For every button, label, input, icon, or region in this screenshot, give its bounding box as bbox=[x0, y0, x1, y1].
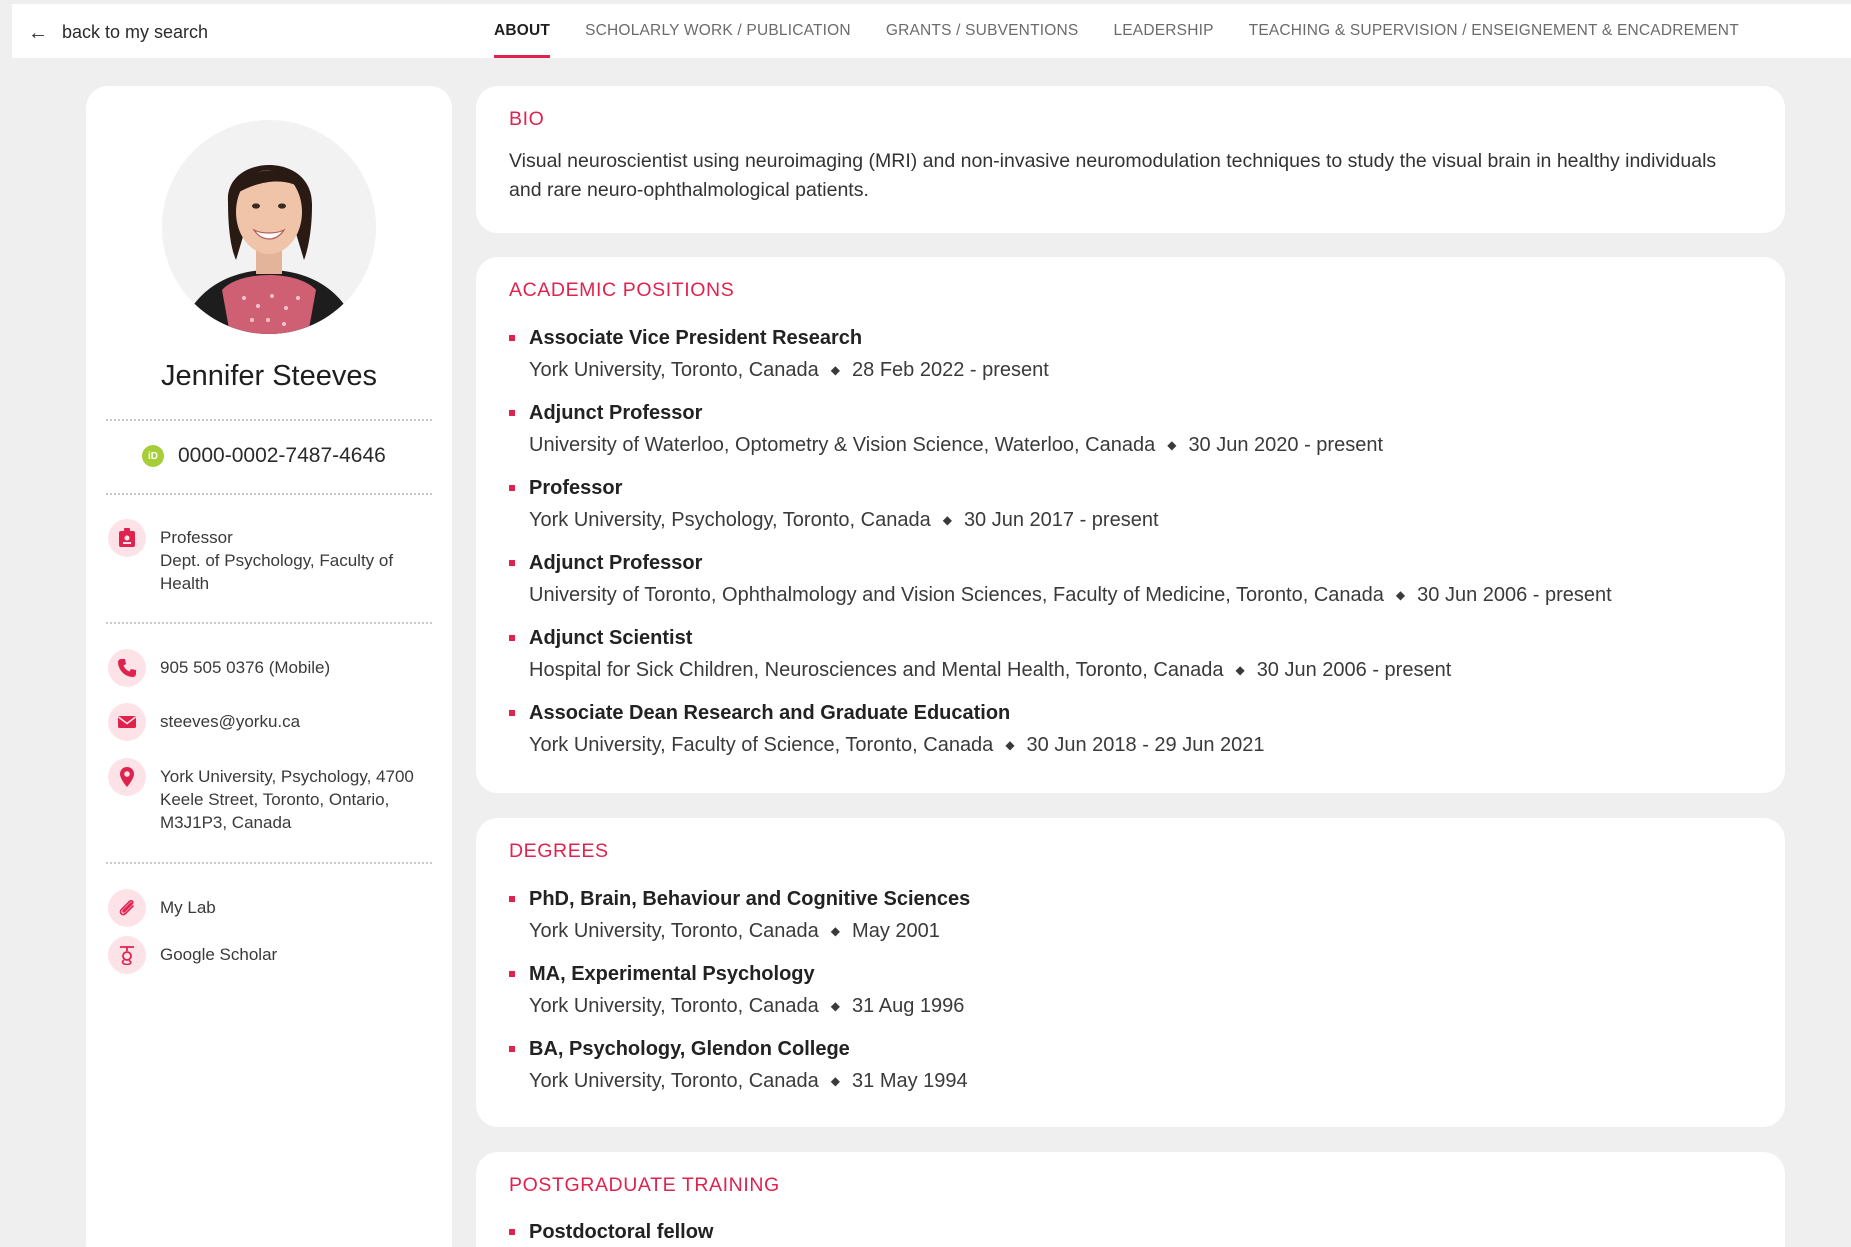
divider bbox=[106, 419, 432, 421]
phone-number: 905 505 0376 (Mobile) bbox=[160, 658, 331, 677]
list-item: Postdoctoral fellow bbox=[509, 1217, 713, 1247]
tab-about[interactable]: About bbox=[494, 4, 551, 58]
position-title: Adjunct Professor bbox=[529, 551, 703, 574]
google-scholar-label: Google Scholar bbox=[160, 945, 278, 964]
tab-scholarly-work[interactable]: Scholarly Work / Publication bbox=[585, 4, 851, 58]
position-title: Associate Vice President Research bbox=[529, 326, 863, 349]
address-info: York University, Psychology, 4700 Keele … bbox=[108, 758, 438, 834]
bio-card: Bio Visual neuroscientist using neuroima… bbox=[476, 86, 1785, 233]
phone-icon bbox=[108, 649, 146, 687]
list-item: Adjunct Scientist Hospital for Sick Chil… bbox=[509, 623, 1451, 687]
bio-text: Visual neuroscientist using neuroimaging… bbox=[509, 150, 1717, 201]
position-title: Associate Dean Research and Graduate Edu… bbox=[529, 701, 1011, 724]
divider bbox=[106, 493, 432, 495]
orcid-icon: iD bbox=[142, 445, 164, 467]
training-title: Postdoctoral fellow bbox=[529, 1220, 714, 1243]
position-dates: 30 Jun 2006 - present bbox=[1256, 658, 1452, 681]
profile-tabs: About Scholarly Work / Publication Grant… bbox=[494, 4, 1774, 58]
position-title: Professor bbox=[529, 476, 623, 499]
degree-date: May 2001 bbox=[852, 919, 940, 942]
degree-date: 31 Aug 1996 bbox=[852, 994, 965, 1017]
tab-teaching[interactable]: Teaching & Supervision / Enseignement & … bbox=[1249, 4, 1739, 58]
position-org: York University, Faculty of Science, Tor… bbox=[529, 733, 994, 756]
position-org: University of Waterloo, Optometry & Visi… bbox=[529, 433, 1156, 456]
position-dates: 30 Jun 2006 - present bbox=[1417, 583, 1612, 606]
list-item: Adjunct Professor University of Toronto,… bbox=[509, 548, 1612, 612]
position-dates: 30 Jun 2020 - present bbox=[1188, 433, 1384, 456]
position-org: York University, Psychology, Toronto, Ca… bbox=[529, 508, 931, 531]
top-nav-bar: ← back to my search About Scholarly Work… bbox=[12, 4, 1851, 58]
degree-org: York University, Toronto, Canada bbox=[529, 994, 819, 1017]
phone-info[interactable]: 905 505 0376 (Mobile) bbox=[108, 649, 438, 687]
position-org: University of Toronto, Ophthalmology and… bbox=[529, 583, 1384, 606]
degree-title: MA, Experimental Psychology bbox=[529, 962, 815, 985]
postgraduate-training-heading: Postgraduate Training bbox=[509, 1174, 780, 1196]
postgraduate-training-card: Postgraduate Training Postdoctoral fello… bbox=[476, 1152, 1785, 1247]
academic-positions-card: Academic Positions Associate Vice Presid… bbox=[476, 257, 1785, 793]
list-item: MA, Experimental Psychology York Univers… bbox=[509, 959, 964, 1023]
google-scholar-icon bbox=[108, 936, 146, 974]
orcid-link[interactable]: iD 0000-0002-7487-4646 bbox=[142, 444, 386, 468]
list-item: Professor York University, Psychology, T… bbox=[509, 473, 1159, 537]
bio-heading: Bio bbox=[509, 108, 545, 130]
back-link-label: back to my search bbox=[62, 22, 209, 42]
arrow-left-icon: ← bbox=[28, 21, 48, 44]
map-pin-icon bbox=[108, 758, 146, 796]
list-item: BA, Psychology, Glendon College York Uni… bbox=[509, 1034, 968, 1098]
id-badge-icon bbox=[108, 519, 146, 557]
back-to-search-link[interactable]: ← back to my search bbox=[28, 22, 208, 43]
postal-address: York University, Psychology, 4700 Keele … bbox=[160, 767, 414, 832]
degree-title: PhD, Brain, Behaviour and Cognitive Scie… bbox=[529, 887, 971, 910]
list-item: Adjunct Professor University of Waterloo… bbox=[509, 398, 1383, 462]
degree-date: 31 May 1994 bbox=[852, 1069, 968, 1092]
list-item: Associate Vice President Research York U… bbox=[509, 323, 1049, 387]
degree-title: BA, Psychology, Glendon College bbox=[529, 1037, 850, 1060]
mail-icon bbox=[108, 703, 146, 741]
tab-grants[interactable]: Grants / Subventions bbox=[886, 4, 1079, 58]
divider bbox=[106, 862, 432, 864]
position-info: Professor Dept. of Psychology, Faculty o… bbox=[108, 519, 438, 595]
position-title: Adjunct Professor bbox=[529, 401, 703, 424]
tab-leadership[interactable]: Leadership bbox=[1113, 4, 1213, 58]
degree-org: York University, Toronto, Canada bbox=[529, 919, 819, 942]
profile-name: Jennifer Steeves bbox=[160, 360, 377, 392]
email-address: steeves@yorku.ca bbox=[160, 712, 301, 731]
degrees-card: Degrees PhD, Brain, Behaviour and Cognit… bbox=[476, 818, 1785, 1127]
position-dates: 30 Jun 2018 - 29 Jun 2021 bbox=[1026, 733, 1265, 756]
position-title: Professor bbox=[160, 528, 233, 547]
list-item: Associate Dean Research and Graduate Edu… bbox=[509, 698, 1265, 762]
google-scholar-link[interactable]: Google Scholar bbox=[108, 936, 438, 974]
orcid-id: 0000-0002-7487-4646 bbox=[178, 444, 386, 467]
position-title: Adjunct Scientist bbox=[529, 626, 693, 649]
avatar bbox=[162, 120, 376, 334]
divider bbox=[106, 622, 432, 624]
academic-positions-heading: Academic Positions bbox=[509, 279, 735, 301]
paperclip-icon bbox=[108, 889, 146, 927]
my-lab-link[interactable]: My Lab bbox=[108, 889, 438, 927]
position-dates: 28 Feb 2022 - present bbox=[852, 358, 1049, 381]
degree-org: York University, Toronto, Canada bbox=[529, 1069, 819, 1092]
degrees-heading: Degrees bbox=[509, 840, 609, 862]
position-org: Hospital for Sick Children, Neuroscience… bbox=[529, 658, 1224, 681]
list-item: PhD, Brain, Behaviour and Cognitive Scie… bbox=[509, 884, 970, 948]
profile-sidebar: Jennifer Steeves iD 0000-0002-7487-4646 … bbox=[86, 86, 452, 1247]
position-dates: 30 Jun 2017 - present bbox=[963, 508, 1159, 531]
email-info[interactable]: steeves@yorku.ca bbox=[108, 703, 438, 741]
department: Dept. of Psychology, Faculty of Health bbox=[160, 551, 394, 593]
my-lab-label: My Lab bbox=[160, 898, 216, 917]
position-org: York University, Toronto, Canada bbox=[529, 358, 819, 381]
